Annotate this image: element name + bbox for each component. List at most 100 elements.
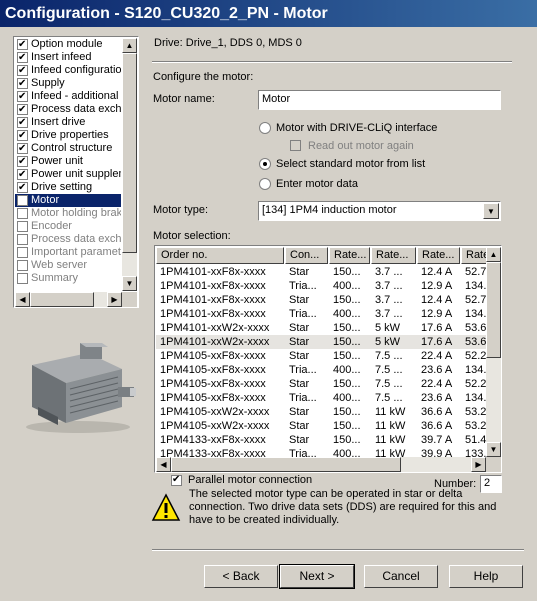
grid-horizontal-scrollbar[interactable]: ◀ ▶ [156,457,486,472]
motor-name-field[interactable]: Motor [258,90,501,110]
table-row[interactable]: 1PM4101-xxF8x-xxxx Star 150... 3.7 ... 12.4 … [156,265,486,279]
tree-item-label: Power unit [31,155,83,167]
table-cell: Star [289,406,310,418]
tree-hscroll-thumb[interactable] [30,292,94,307]
next-button[interactable]: Next > [279,564,355,589]
grid-column-header[interactable]: Con... [285,247,328,264]
motor-type-select[interactable]: [134] 1PM4 induction motor ▼ [258,201,501,221]
help-button[interactable]: Help [449,565,523,588]
readout-checkbox[interactable] [290,140,301,151]
table-row[interactable]: 1PM4105-xxF8x-xxxx Star 150... 7.5 ... 22.4 … [156,377,486,391]
tree-item-checkbox[interactable] [17,234,28,245]
tree-item-checkbox[interactable] [17,260,28,271]
scroll-corner [122,292,137,307]
grid-column-header[interactable]: Rate... [329,247,370,264]
tree-item[interactable]: Power unit [15,155,121,168]
scroll-right-icon[interactable]: ▶ [107,292,122,307]
tree-item[interactable]: Motor holding brake [15,207,121,220]
wizard-step-tree[interactable]: Option moduleInsert infeedInfeed configu… [13,36,139,308]
tree-item-checkbox[interactable] [17,64,28,77]
tree-item-checkbox[interactable] [17,38,28,51]
table-row[interactable]: 1PM4101-xxW2x-xxxx Star 150... 5 kW 17.6 A 53… [156,335,486,349]
tree-item[interactable]: Insert infeed [15,51,121,64]
scroll-down-icon[interactable]: ▼ [122,276,137,291]
grid-column-header[interactable]: Rate... [371,247,416,264]
tree-item-checkbox[interactable] [17,90,28,103]
table-row[interactable]: 1PM4133-xxF8x-xxxx Star 150... 11 kW 39.7 A5… [156,433,486,447]
tree-item-checkbox[interactable] [17,195,28,206]
tree-horizontal-scrollbar[interactable]: ◀ ▶ [15,292,122,307]
tree-item-label: Infeed - additional d [31,90,121,102]
radio-enter-motor-data[interactable] [259,178,271,190]
chevron-down-icon[interactable]: ▼ [483,203,499,219]
radio-drive-cliq-label[interactable]: Motor with DRIVE-CLiQ interface [276,122,437,134]
grid-hscroll-thumb[interactable] [171,457,401,472]
table-row[interactable]: 1PM4105-xxW2x-xxxx Star 150... 11 kW 36.6 A5… [156,419,486,433]
table-cell: Star [289,378,310,390]
tree-vertical-scrollbar[interactable]: ▲ ▼ [122,38,137,291]
tree-item[interactable]: Power unit supplem [15,168,121,181]
table-row[interactable]: 1PM4105-xxF8x-xxxx Tria... 400... 7.5 ... 23… [156,391,486,405]
tree-item[interactable]: Important paramete [15,246,121,259]
tree-item-checkbox[interactable] [17,51,28,64]
radio-drive-cliq[interactable] [259,122,271,134]
tree-item[interactable]: Option module [15,38,121,51]
table-row[interactable]: 1PM4101-xxW2x-xxxx Star 150... 5 kW 17.6 A 53… [156,321,486,335]
table-cell: 400... [333,364,361,376]
grid-vertical-scrollbar[interactable]: ▲ ▼ [486,247,501,457]
tree-item[interactable]: Encoder [15,220,121,233]
tree-item-checkbox[interactable] [17,103,28,116]
tree-item-checkbox[interactable] [17,181,28,194]
parallel-connection-label[interactable]: Parallel motor connection [188,474,312,486]
grid-column-header[interactable]: Order no. [156,247,284,264]
tree-item[interactable]: Motor [15,194,121,207]
tree-item[interactable]: Summary [15,272,121,285]
table-row[interactable]: 1PM4101-xxF8x-xxxx Tria... 400... 3.7 ... 12… [156,279,486,293]
tree-item-checkbox[interactable] [17,168,28,181]
motor-selection-grid[interactable]: Order no. Con... Rate... Rate... Rate... Rate… [154,245,502,473]
tree-item[interactable]: Drive setting [15,181,121,194]
tree-item[interactable]: Supply [15,77,121,90]
tree-item-checkbox[interactable] [17,142,28,155]
table-row[interactable]: 1PM4105-xxW2x-xxxx Star 150... 11 kW 36.6 A5… [156,405,486,419]
table-row[interactable]: 1PM4101-xxF8x-xxxx Tria... 400... 3.7 ... 12… [156,307,486,321]
grid-scroll-right-icon[interactable]: ▶ [471,457,486,472]
tree-item[interactable]: Web server [15,259,121,272]
grid-column-header[interactable]: Rate... [417,247,460,264]
tree-item[interactable]: Process data excha [15,233,121,246]
tree-item-checkbox[interactable] [17,208,28,219]
tree-item-checkbox[interactable] [17,77,28,90]
tree-item[interactable]: Infeed - additional d [15,90,121,103]
radio-standard-motor-label[interactable]: Select standard motor from list [276,158,425,170]
tree-item[interactable]: Control structure [15,142,121,155]
tree-item[interactable]: Process data excha [15,103,121,116]
parallel-connection-checkbox[interactable] [171,474,182,486]
tree-item-checkbox[interactable] [17,155,28,168]
tree-item-checkbox[interactable] [17,116,28,129]
grid-scroll-up-icon[interactable]: ▲ [486,247,501,262]
grid-scroll-thumb[interactable] [486,262,501,358]
radio-enter-motor-data-label[interactable]: Enter motor data [276,178,358,190]
table-cell: 17.6 A [421,336,453,348]
table-row[interactable]: 1PM4105-xxF8x-xxxx Tria... 400... 7.5 ... 23… [156,363,486,377]
readout-label[interactable]: Read out motor again [308,140,414,152]
cancel-button[interactable]: Cancel [364,565,438,588]
grid-scroll-down-icon[interactable]: ▼ [486,442,501,457]
grid-scroll-left-icon[interactable]: ◀ [156,457,171,472]
table-cell: 12.4 A [421,294,453,306]
tree-item-checkbox[interactable] [17,273,28,284]
tree-item-checkbox[interactable] [17,221,28,232]
table-cell: 23.6 A [421,364,453,376]
back-button[interactable]: < Back [204,565,278,588]
radio-standard-motor[interactable] [259,158,271,170]
table-row[interactable]: 1PM4105-xxF8x-xxxx Star 150... 7.5 ... 22.4 … [156,349,486,363]
tree-item-checkbox[interactable] [17,247,28,258]
scroll-up-icon[interactable]: ▲ [122,38,137,53]
tree-scroll-thumb[interactable] [122,53,137,253]
tree-item[interactable]: Insert drive [15,116,121,129]
tree-item[interactable]: Drive properties [15,129,121,142]
tree-item[interactable]: Infeed configuration [15,64,121,77]
scroll-left-icon[interactable]: ◀ [15,292,30,307]
table-row[interactable]: 1PM4101-xxF8x-xxxx Star 150... 3.7 ... 12.4 … [156,293,486,307]
tree-item-checkbox[interactable] [17,129,28,142]
